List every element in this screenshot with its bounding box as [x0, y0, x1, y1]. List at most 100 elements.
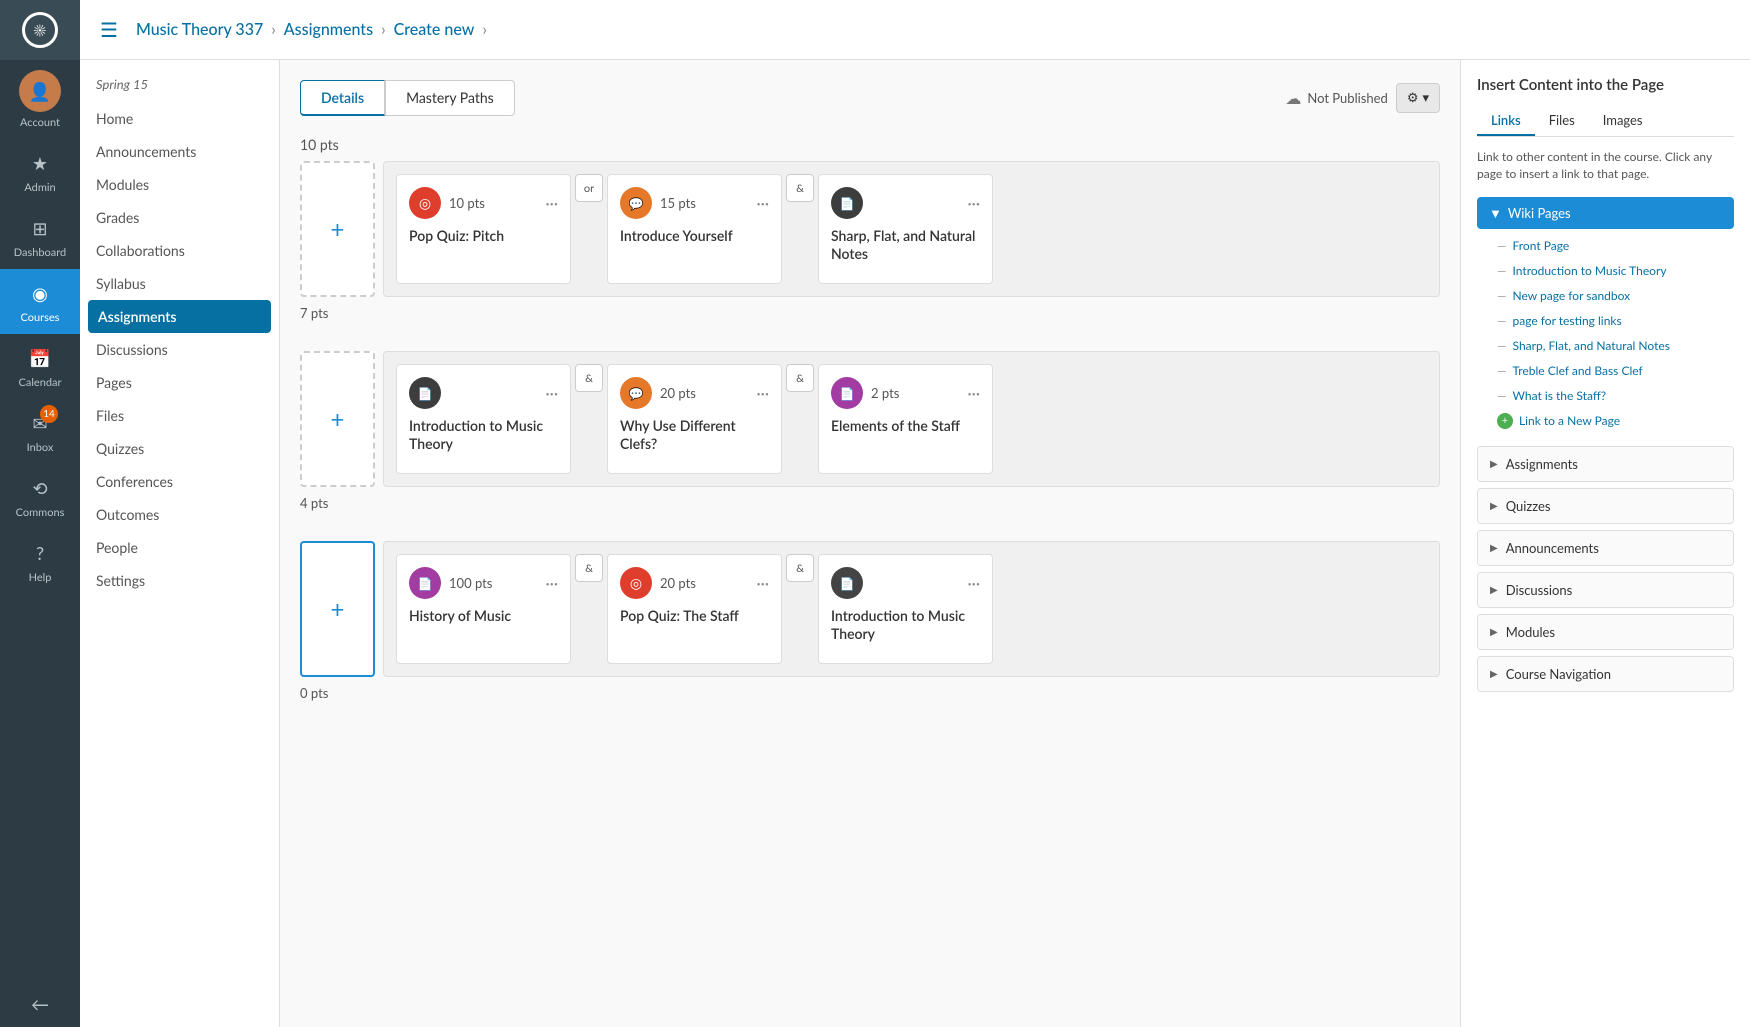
- row-pts-below-2: 4 pts: [300, 495, 1440, 511]
- panel-tab-files[interactable]: Files: [1535, 106, 1589, 136]
- card-header-2c: 📄 2 pts ···: [831, 377, 980, 409]
- sidebar-item-home[interactable]: Home: [80, 102, 279, 135]
- nav-item-account[interactable]: 👤 Account: [0, 60, 80, 139]
- sidebar-item-conferences[interactable]: Conferences: [80, 465, 279, 498]
- breadcrumb-page[interactable]: Create new: [394, 20, 475, 39]
- wiki-item-label: Sharp, Flat, and Natural Notes: [1513, 338, 1670, 353]
- card-menu-1b[interactable]: ···: [757, 194, 769, 213]
- card-title-1c: Sharp, Flat, and Natural Notes: [831, 227, 980, 263]
- panel-tab-images[interactable]: Images: [1589, 106, 1657, 136]
- wiki-item-label: Introduction to Music Theory: [1513, 263, 1667, 278]
- modules-collapsible-header[interactable]: ▶ Modules: [1478, 615, 1733, 649]
- app-logo[interactable]: ☀: [0, 0, 80, 60]
- add-bucket-1[interactable]: +: [300, 161, 375, 297]
- announcements-collapsible-header[interactable]: ▶ Announcements: [1478, 531, 1733, 565]
- tabs-bar: Details Mastery Paths ☁ Not Published ⚙ …: [300, 80, 1440, 116]
- sidebar-item-assignments[interactable]: Assignments: [88, 300, 271, 333]
- card-menu-1a[interactable]: ···: [546, 194, 558, 213]
- nav-collapse-button[interactable]: ←: [0, 981, 80, 1027]
- settings-button[interactable]: ⚙ ▾: [1396, 83, 1440, 113]
- sidebar-item-outcomes[interactable]: Outcomes: [80, 498, 279, 531]
- card-wrapper-3b: ◎ 20 pts ··· Pop Quiz: The Staff: [607, 554, 782, 664]
- assignment-cards-2: 📄 ··· Introduction to Music Theory &: [383, 351, 1440, 487]
- connector-and-3b: &: [786, 554, 814, 582]
- quizzes-collapsible-label: Quizzes: [1506, 498, 1551, 514]
- nav-item-calendar[interactable]: 📅 Calendar: [0, 334, 80, 399]
- row-content-3: + 📄 100 pts ···: [300, 541, 1440, 677]
- assignments-collapsible-header[interactable]: ▶ Assignments: [1478, 447, 1733, 481]
- card-wrapper-2c: 📄 2 pts ··· Elements of the Staff: [818, 364, 993, 474]
- card-header-2a: 📄 ···: [409, 377, 558, 409]
- nav-label-calendar: Calendar: [19, 376, 62, 389]
- card-wrapper-2a: 📄 ··· Introduction to Music Theory: [396, 364, 571, 474]
- panel-tab-links[interactable]: Links: [1477, 106, 1535, 136]
- card-menu-2a[interactable]: ···: [546, 384, 558, 403]
- sidebar-item-modules[interactable]: Modules: [80, 168, 279, 201]
- card-pts-1a: 10 pts: [449, 195, 485, 211]
- wiki-item-label: What is the Staff?: [1513, 388, 1607, 403]
- wiki-pages-header[interactable]: ▼ Wiki Pages: [1477, 197, 1734, 229]
- nav-item-courses[interactable]: ◉ Courses: [0, 269, 80, 334]
- page-icon-2c: 📄: [831, 377, 863, 409]
- link-new-label: Link to a New Page: [1519, 413, 1620, 428]
- card-menu-1c[interactable]: ···: [968, 194, 980, 213]
- breadcrumb-sep-2: ›: [381, 20, 386, 39]
- wiki-item-treble-clef[interactable]: — Treble Clef and Bass Clef: [1477, 358, 1734, 383]
- dash-icon: —: [1497, 363, 1507, 378]
- sidebar-item-settings[interactable]: Settings: [80, 564, 279, 597]
- card-menu-3b[interactable]: ···: [757, 574, 769, 593]
- nav-item-dashboard[interactable]: ⊞ Dashboard: [0, 204, 80, 269]
- path-row-2: + 📄 ···: [300, 351, 1440, 511]
- breadcrumb-sep-3: ›: [482, 20, 487, 39]
- card-title-2a: Introduction to Music Theory: [409, 417, 558, 453]
- sidebar-item-collaborations[interactable]: Collaborations: [80, 234, 279, 267]
- sidebar-item-grades[interactable]: Grades: [80, 201, 279, 234]
- breadcrumb-section[interactable]: Assignments: [284, 20, 373, 39]
- link-new-page[interactable]: + Link to a New Page: [1477, 408, 1734, 434]
- discussion-icon-1b: 💬: [620, 187, 652, 219]
- breadcrumb-course[interactable]: Music Theory 337: [136, 20, 263, 39]
- add-bucket-3[interactable]: +: [300, 541, 375, 677]
- add-bucket-2[interactable]: +: [300, 351, 375, 487]
- path-row-3: + 📄 100 pts ···: [300, 541, 1440, 701]
- course-nav-collapsible-label: Course Navigation: [1506, 666, 1611, 682]
- card-menu-2b[interactable]: ···: [757, 384, 769, 403]
- sidebar-item-discussions[interactable]: Discussions: [80, 333, 279, 366]
- nav-item-help[interactable]: ? Help: [0, 529, 80, 594]
- wiki-item-sandbox[interactable]: — New page for sandbox: [1477, 283, 1734, 308]
- dash-icon: —: [1497, 263, 1507, 278]
- quizzes-collapsible-header[interactable]: ▶ Quizzes: [1478, 489, 1733, 523]
- card-menu-2c[interactable]: ···: [968, 384, 980, 403]
- sidebar-item-people[interactable]: People: [80, 531, 279, 564]
- sidebar-item-pages[interactable]: Pages: [80, 366, 279, 399]
- commons-icon: ⟲: [26, 474, 54, 502]
- card-icon-pts-1b: 💬 15 pts: [620, 187, 696, 219]
- card-menu-3a[interactable]: ···: [546, 574, 558, 593]
- wiki-item-front-page[interactable]: — Front Page: [1477, 233, 1734, 258]
- wiki-item-label: page for testing links: [1513, 313, 1622, 328]
- sidebar-item-quizzes[interactable]: Quizzes: [80, 432, 279, 465]
- left-navigation: ☀ 👤 Account ★ Admin ⊞ Dashboard ◉ Course…: [0, 0, 80, 1027]
- nav-item-inbox[interactable]: ✉ 14 Inbox: [0, 399, 80, 464]
- nav-label-help: Help: [29, 571, 52, 584]
- plus-circle-icon: +: [1497, 413, 1513, 429]
- tab-details[interactable]: Details: [300, 80, 385, 116]
- discussions-collapsible-header[interactable]: ▶ Discussions: [1478, 573, 1733, 607]
- sidebar-item-syllabus[interactable]: Syllabus: [80, 267, 279, 300]
- sidebar-item-announcements[interactable]: Announcements: [80, 135, 279, 168]
- tab-mastery-paths[interactable]: Mastery Paths: [385, 80, 515, 116]
- card-header-3b: ◎ 20 pts ···: [620, 567, 769, 599]
- hamburger-menu[interactable]: ☰: [100, 18, 118, 42]
- course-nav-collapsible-header[interactable]: ▶ Course Navigation: [1478, 657, 1733, 691]
- wiki-item-sharp-flat[interactable]: — Sharp, Flat, and Natural Notes: [1477, 333, 1734, 358]
- card-menu-3c[interactable]: ···: [968, 574, 980, 593]
- nav-item-commons[interactable]: ⟲ Commons: [0, 464, 80, 529]
- sidebar-item-files[interactable]: Files: [80, 399, 279, 432]
- wiki-item-intro-music-theory[interactable]: — Introduction to Music Theory: [1477, 258, 1734, 283]
- settings-dropdown-arrow: ▾: [1422, 90, 1429, 106]
- semester-label: Spring 15: [80, 72, 279, 102]
- nav-item-admin[interactable]: ★ Admin: [0, 139, 80, 204]
- page-icon-2a: 📄: [409, 377, 441, 409]
- wiki-item-what-is-staff[interactable]: — What is the Staff?: [1477, 383, 1734, 408]
- wiki-item-testing-links[interactable]: — page for testing links: [1477, 308, 1734, 333]
